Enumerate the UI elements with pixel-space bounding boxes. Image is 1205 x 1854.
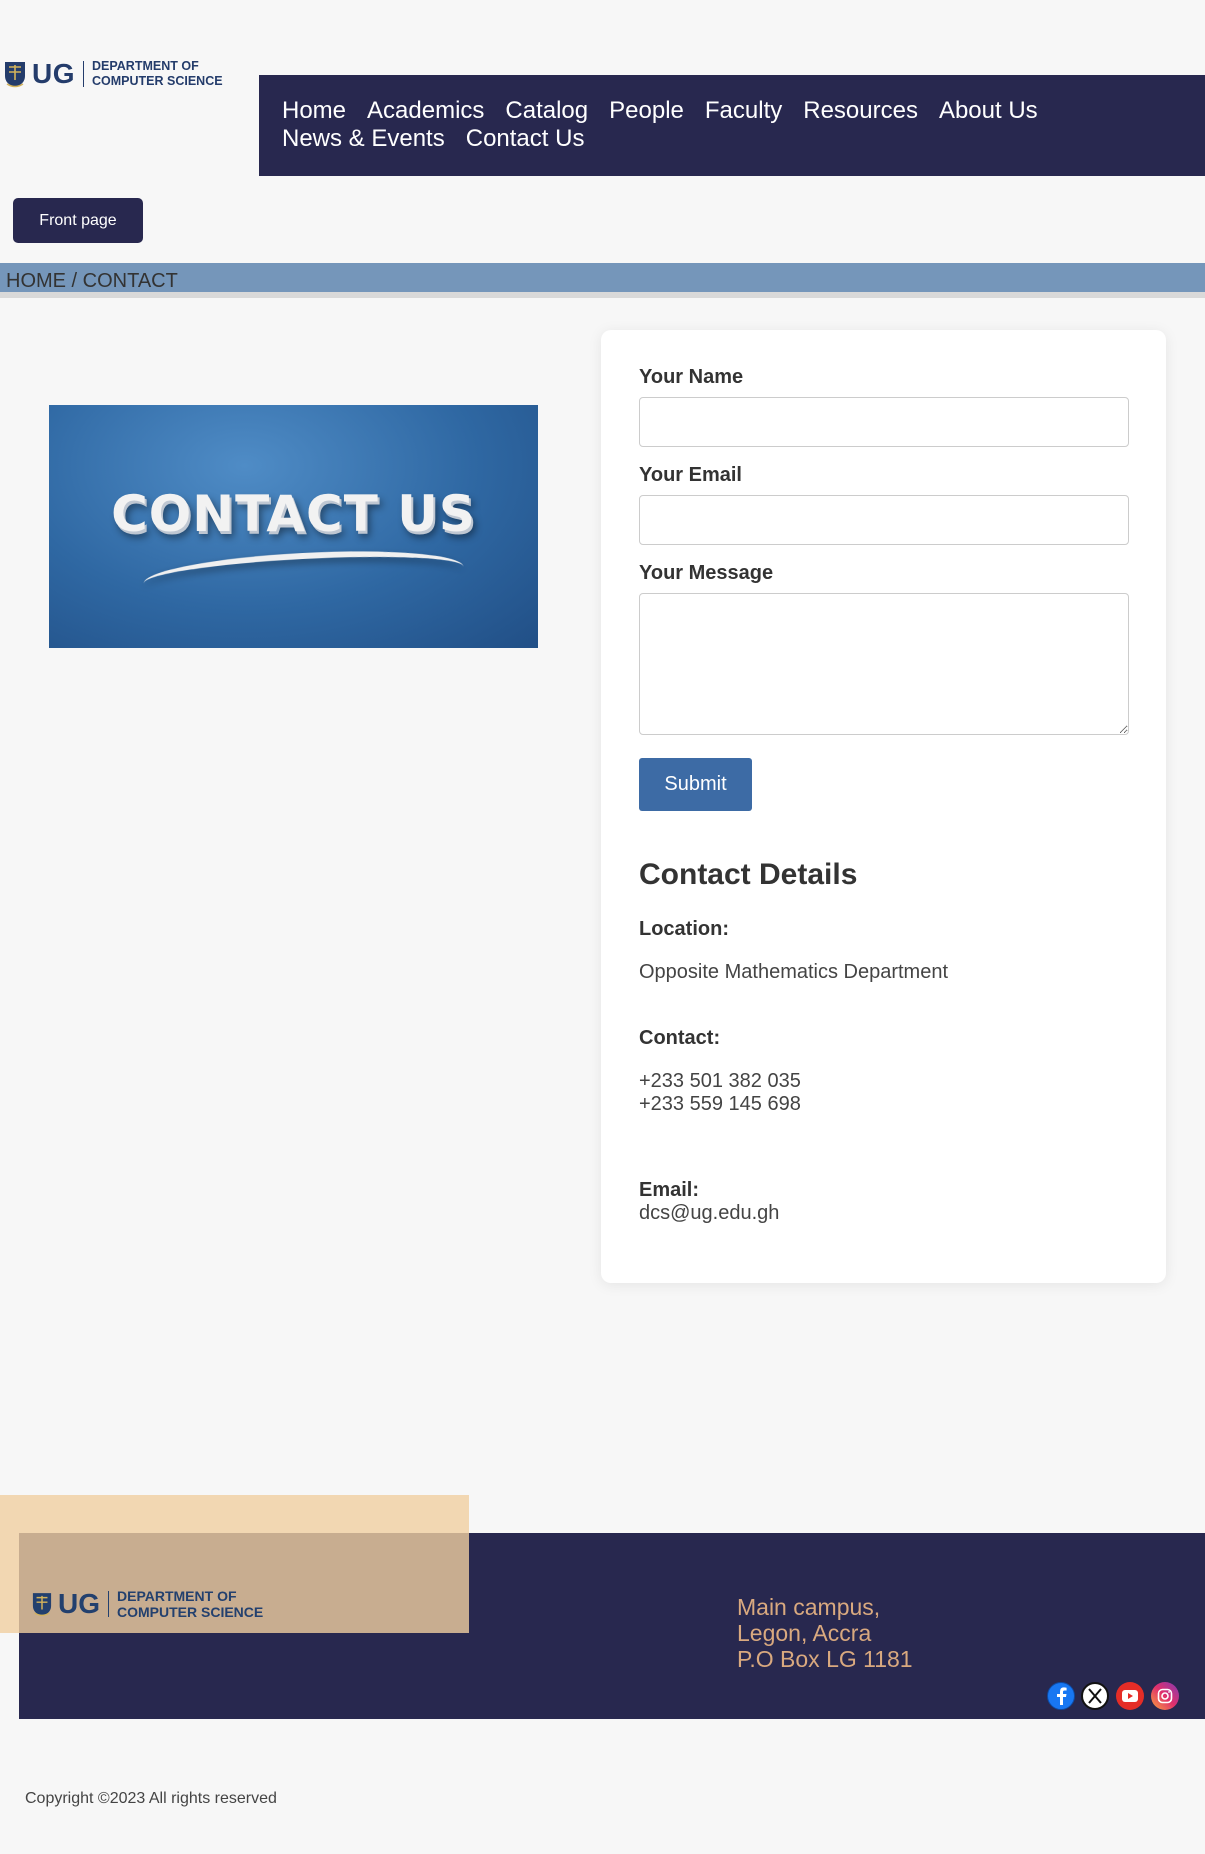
address-line-3: P.O Box LG 1181 — [737, 1646, 913, 1672]
footer-dept-line2: COMPUTER SCIENCE — [117, 1604, 264, 1620]
footer-dept-line1: DEPARTMENT OF — [117, 1588, 237, 1604]
email-detail-label: Email: — [639, 1179, 700, 1201]
ug-crest-icon — [5, 62, 25, 88]
nav-news-events[interactable]: News & Events — [282, 125, 445, 153]
location-label: Location: — [639, 918, 729, 940]
footer-logo[interactable]: UG DEPARTMENT OF COMPUTER SCIENCE — [32, 1588, 263, 1620]
header-logo[interactable]: UG DEPARTMENT OF COMPUTER SCIENCE — [4, 58, 223, 90]
nav-faculty[interactable]: Faculty — [705, 97, 782, 125]
contact-card: Your Name Your Email Your Message Submit… — [601, 330, 1166, 1283]
nav-contact-us[interactable]: Contact Us — [466, 125, 585, 153]
location-value: Opposite Mathematics Department — [639, 961, 949, 983]
nav-about-us[interactable]: About Us — [939, 97, 1038, 125]
contact-us-image-text: CONTACT US — [111, 485, 476, 543]
logo-dept-line2: COMPUTER SCIENCE — [92, 74, 223, 88]
email-label: Your Email — [639, 464, 742, 486]
address-line-2: Legon, Accra — [737, 1620, 872, 1646]
youtube-icon[interactable] — [1116, 1682, 1144, 1710]
main-nav: Home Academics Catalog People Faculty Re… — [259, 75, 1205, 176]
facebook-icon[interactable] — [1047, 1682, 1075, 1710]
footer-address: Main campus, Legon, Accra P.O Box LG 118… — [737, 1594, 913, 1672]
breadcrumb: HOME / CONTACT — [0, 263, 1205, 298]
message-textarea[interactable] — [639, 593, 1129, 735]
contact-us-image: CONTACT US — [49, 405, 538, 648]
name-label: Your Name — [639, 366, 744, 388]
address-line-1: Main campus, — [737, 1594, 881, 1620]
nav-academics[interactable]: Academics — [367, 97, 484, 125]
nav-home[interactable]: Home — [282, 97, 346, 125]
email-input[interactable] — [639, 495, 1129, 545]
breadcrumb-text: HOME / CONTACT — [6, 270, 178, 292]
footer-logo-divider — [108, 1591, 109, 1617]
logo-ug-text: UG — [32, 58, 75, 89]
logo-dept-line1: DEPARTMENT OF — [92, 59, 199, 73]
email-detail-value[interactable]: dcs@ug.edu.gh — [639, 1202, 779, 1225]
front-page-button[interactable]: Front page — [13, 198, 143, 243]
nav-resources[interactable]: Resources — [803, 97, 918, 125]
logo-department-text: DEPARTMENT OF COMPUTER SCIENCE — [92, 59, 223, 89]
footer-logo-ug-text: UG — [58, 1588, 100, 1619]
footer-ug-crest-icon — [32, 1593, 52, 1617]
copyright-text: Copyright ©2023 All rights reserved — [25, 1790, 277, 1807]
logo-divider — [83, 61, 84, 87]
phone-2: +233 559 145 698 — [639, 1093, 801, 1115]
footer-logo-department-text: DEPARTMENT OF COMPUTER SCIENCE — [117, 1588, 263, 1620]
nav-catalog[interactable]: Catalog — [505, 97, 588, 125]
message-label: Your Message — [639, 562, 774, 584]
name-input[interactable] — [639, 397, 1129, 447]
instagram-icon[interactable] — [1151, 1682, 1179, 1710]
contact-label: Contact: — [639, 1027, 721, 1049]
contact-details-title: Contact Details — [639, 858, 858, 891]
contact-us-image-swoosh — [142, 544, 464, 584]
phone-1: +233 501 382 035 — [639, 1070, 801, 1092]
x-icon[interactable] — [1081, 1682, 1109, 1710]
nav-people[interactable]: People — [609, 97, 684, 125]
submit-button[interactable]: Submit — [639, 758, 752, 811]
